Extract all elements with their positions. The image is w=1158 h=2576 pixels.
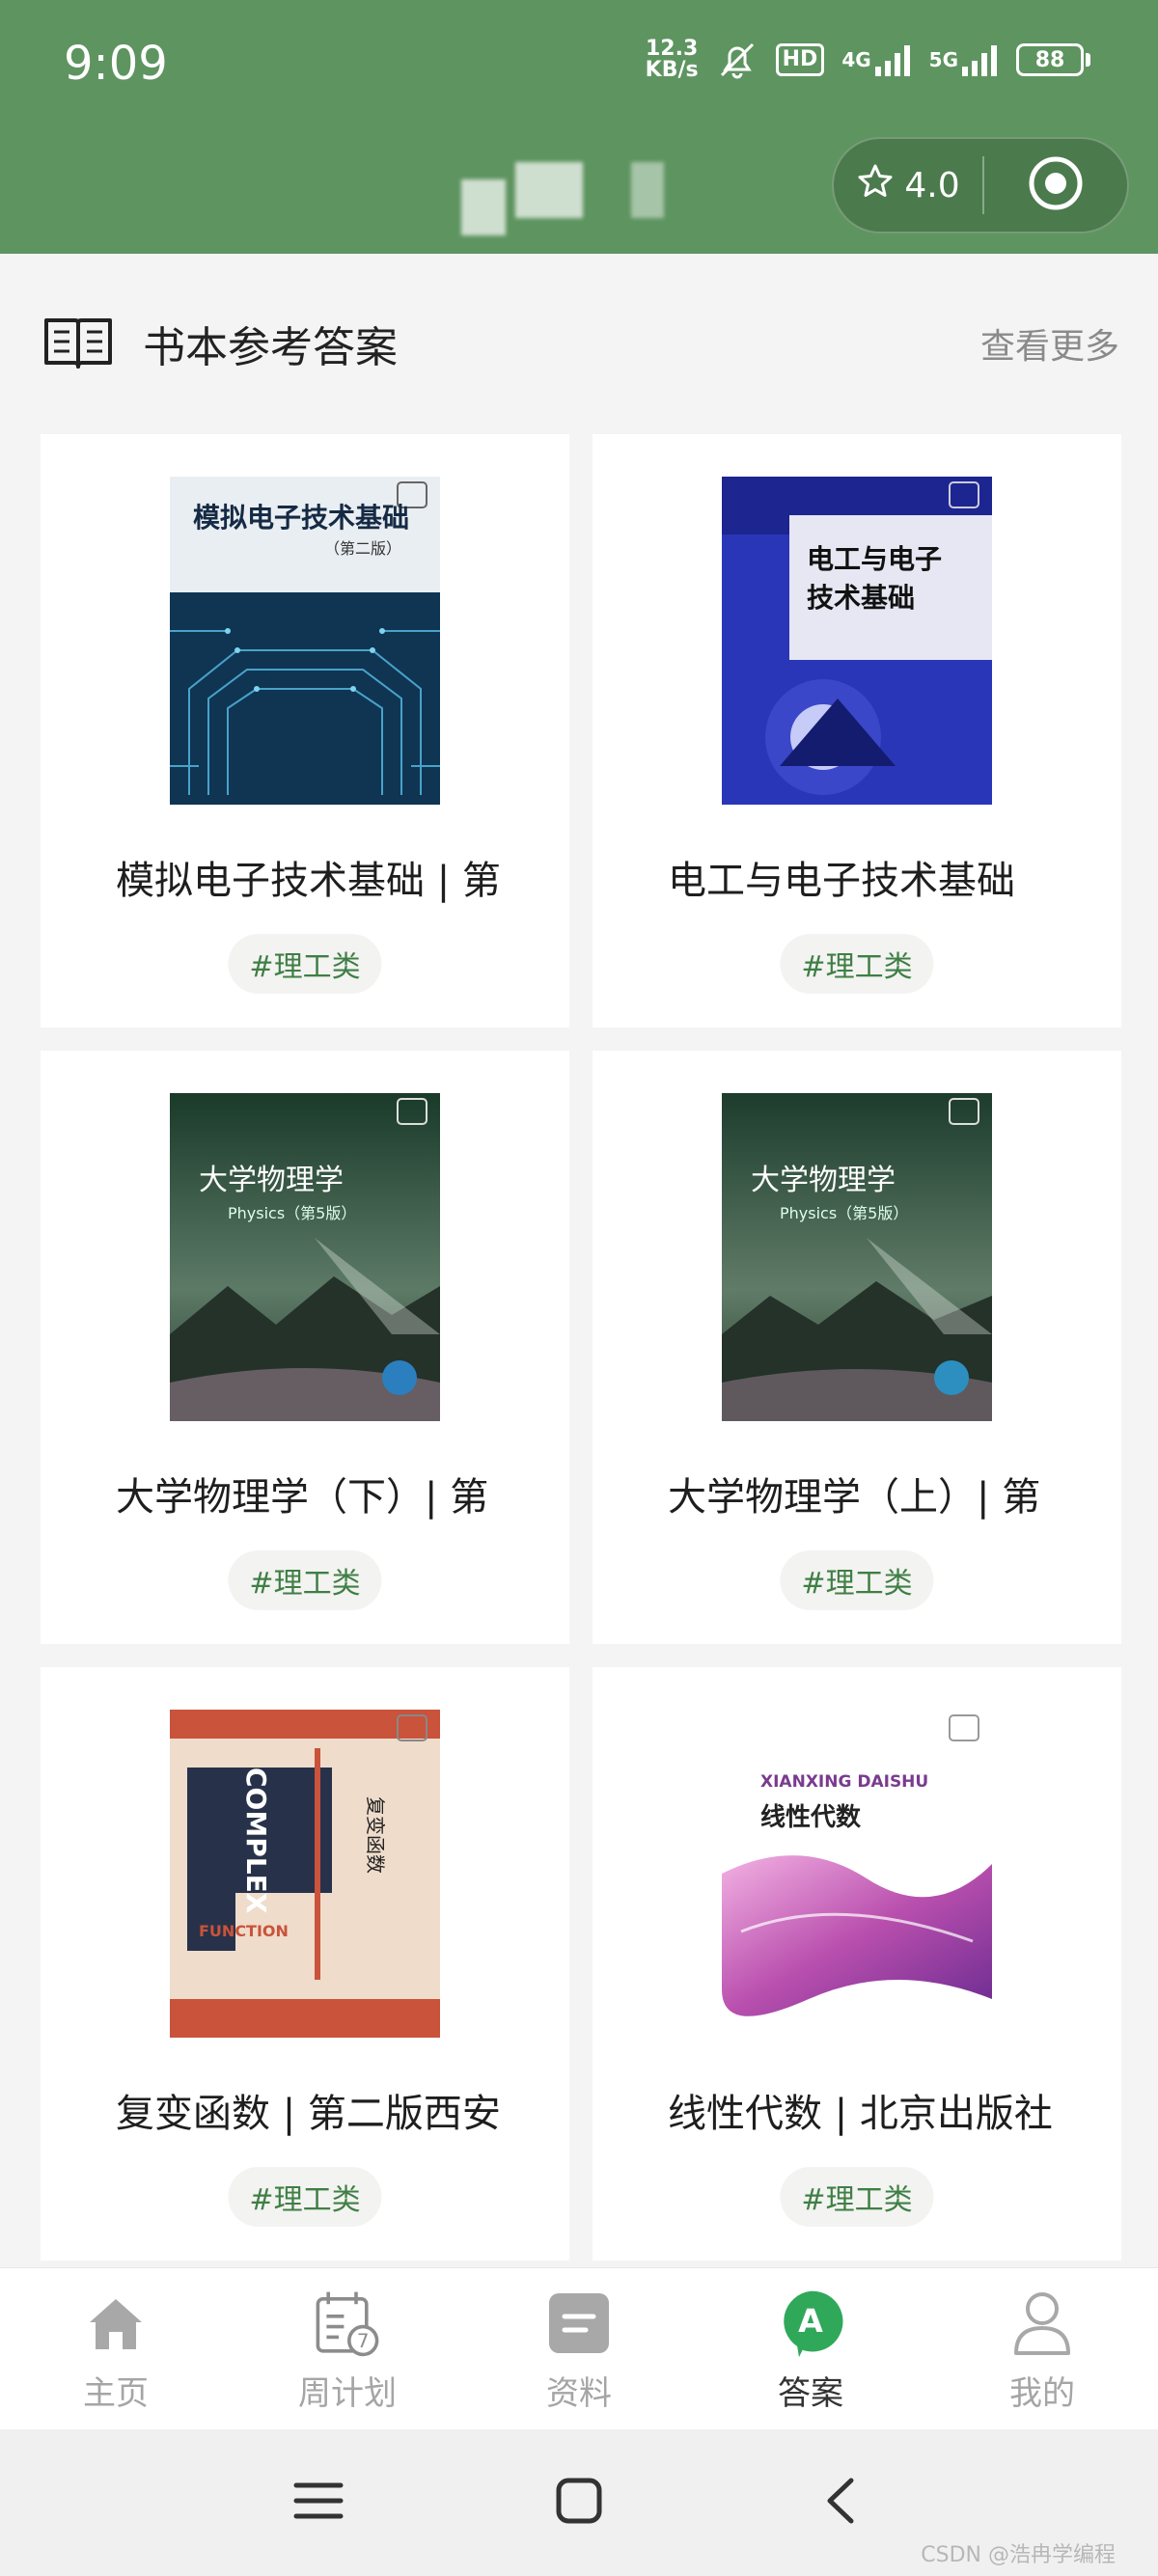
see-more-link[interactable]: 查看更多 [980,318,1119,369]
section-header: 书本参考答案 查看更多 [42,309,1119,378]
svg-text:复变函数: 复变函数 [364,1796,387,1874]
watermark: CSDN @浩冉学编程 [921,2543,1116,2567]
book-cover: 大学物理学 Physics（第5版） [722,1093,992,1421]
network-speed: 12.3 KB/s [645,37,699,82]
book-title: 线性代数 | 北京出版社 [668,2092,1053,2136]
svg-text:电工与电子: 电工与电子 [807,543,942,575]
rating-value: 4.0 [904,165,960,206]
svg-text:COMPLEX: COMPLEX [240,1768,272,1914]
svg-text:Physics（第5版）: Physics（第5版） [780,1204,908,1222]
book-card[interactable]: 大学物理学 Physics（第5版） 大学物理学（上）| 第 #理工类 [593,1051,1121,1644]
book-cover: 模拟电子技术基础 （第二版） [170,477,440,805]
open-book-icon [42,313,114,374]
hd-badge: HD [775,43,825,76]
star-icon [856,162,895,209]
category-tag[interactable]: #理工类 [780,1550,934,1610]
mini-program-capsule: 4.0 [832,137,1129,233]
answer-icon: A [776,2286,845,2361]
hamburger-icon [292,2480,345,2526]
category-tag[interactable]: #理工类 [780,2167,934,2227]
category-tag[interactable]: #理工类 [780,934,934,994]
category-tag[interactable]: #理工类 [228,1550,382,1610]
svg-text:大学物理学: 大学物理学 [199,1164,344,1197]
signal-4g-icon: 4G [841,43,911,76]
svg-text:大学物理学: 大学物理学 [751,1164,896,1197]
blurred-page-title [461,162,664,235]
home-icon [81,2286,151,2361]
top-bar: 9:09 12.3 KB/s HD 4G 5G 88 4.0 [0,0,1158,254]
book-cover: 电工与电子 技术基础 [722,477,992,805]
book-card[interactable]: 大学物理学 Physics（第5版） 大学物理学（下）| 第 #理工类 [41,1051,569,1644]
book-card[interactable]: 电工与电子 技术基础 电工与电子技术基础 #理工类 [593,434,1121,1028]
rating-button[interactable]: 4.0 [834,139,982,232]
mute-bell-icon [716,39,758,81]
chevron-left-icon [820,2477,859,2529]
svg-text:技术基础: 技术基础 [807,582,915,614]
nav-profile[interactable]: 我的 [926,2268,1158,2429]
nav-weekly-plan[interactable]: 7 周计划 [232,2268,463,2429]
svg-text:（第二版）: （第二版） [324,539,401,558]
svg-text:FUNCTION: FUNCTION [199,1922,289,1940]
book-card[interactable]: 模拟电子技术基础 （第二版） 模拟电子技术基础 | 第 #理工类 [41,434,569,1028]
home-system-button[interactable] [540,2464,618,2541]
target-circle-icon [1027,154,1085,216]
bottom-nav: 主页 7 周计划 资料 A 答案 我的 [0,2267,1158,2429]
book-card[interactable]: FUNCTION COMPLEX 复变函数 复变函数 | 第二版西安 #理工类 [41,1667,569,2261]
book-grid: 模拟电子技术基础 （第二版） 模拟电子技术基础 | 第 #理工类 电工与电子 技… [41,434,1121,2261]
book-card[interactable]: XIANXING DAISHU 线性代数 线性代数 | 北京出版社 #理工类 [593,1667,1121,2261]
svg-text:Physics（第5版）: Physics（第5版） [228,1204,356,1222]
square-icon [555,2477,603,2529]
nav-materials[interactable]: 资料 [463,2268,695,2429]
book-title: 大学物理学（下）| 第 [116,1475,489,1520]
signal-5g-icon: 5G [929,43,999,76]
book-title: 模拟电子技术基础 | 第 [116,859,501,903]
category-tag[interactable]: #理工类 [228,2167,382,2227]
calendar-icon: 7 [313,2286,382,2361]
book-title: 电工与电子技术基础 [668,859,1015,903]
svg-text:XIANXING DAISHU: XIANXING DAISHU [760,1772,928,1792]
nav-answers[interactable]: A 答案 [695,2268,926,2429]
svg-text:模拟电子技术基础: 模拟电子技术基础 [193,502,409,534]
battery-icon: 88 [1016,43,1090,76]
category-tag[interactable]: #理工类 [228,934,382,994]
back-button[interactable] [801,2464,878,2541]
svg-text:A: A [798,2302,823,2340]
status-time: 9:09 [64,37,168,91]
book-cover: 大学物理学 Physics（第5版） [170,1093,440,1421]
svg-text:7: 7 [357,2330,370,2352]
nav-home[interactable]: 主页 [0,2268,232,2429]
book-cover: FUNCTION COMPLEX 复变函数 [170,1710,440,2038]
book-title: 复变函数 | 第二版西安 [116,2092,501,2136]
section-title: 书本参考答案 [143,323,398,372]
document-icon [544,2286,614,2361]
menu-button[interactable] [280,2464,357,2541]
book-cover: XIANXING DAISHU 线性代数 [722,1710,992,2038]
profile-icon [1007,2286,1077,2361]
book-title: 大学物理学（上）| 第 [668,1475,1041,1520]
close-mini-program-button[interactable] [984,139,1127,232]
svg-text:线性代数: 线性代数 [760,1803,862,1832]
status-icons: 12.3 KB/s HD 4G 5G 88 [646,39,1090,81]
